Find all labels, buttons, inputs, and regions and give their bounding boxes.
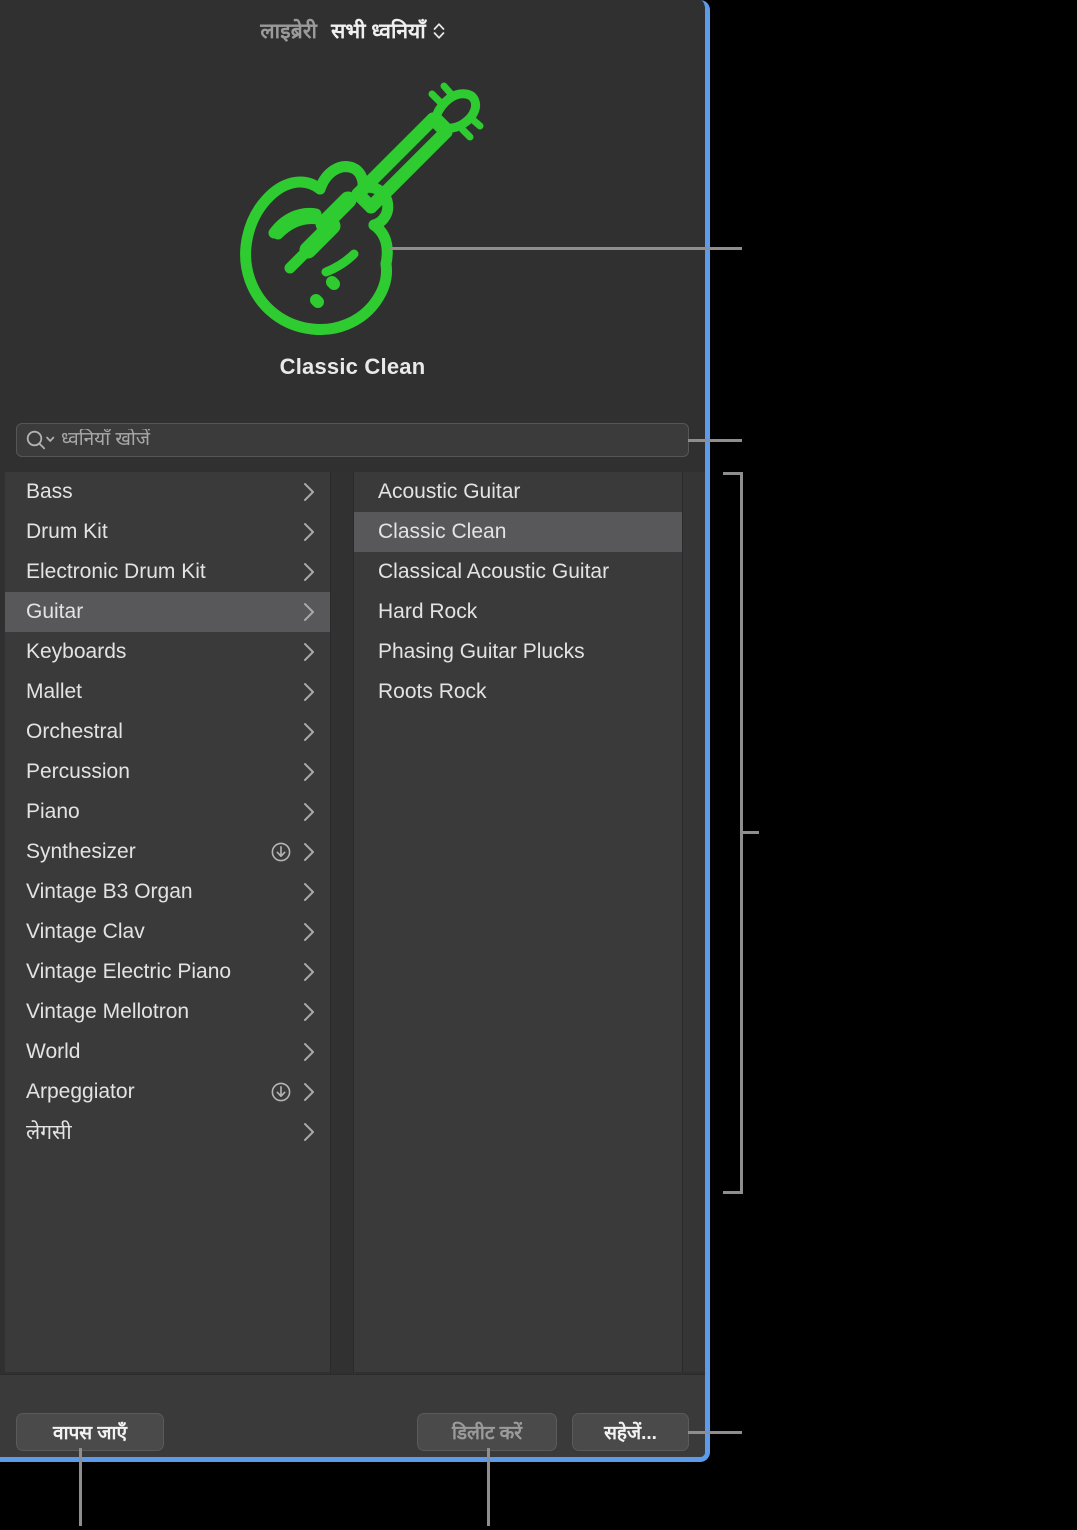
callout-line-save <box>688 1431 742 1434</box>
patch-row[interactable]: Hard Rock <box>354 592 682 632</box>
category-row[interactable]: Bass <box>5 472 330 512</box>
collection-selector[interactable]: सभी ध्वनियाँ <box>331 17 445 45</box>
category-row-label: Orchestral <box>26 720 123 743</box>
category-row-label: Vintage Electric Piano <box>26 960 232 983</box>
category-row[interactable]: Electronic Drum Kit <box>5 552 330 592</box>
category-row-label: Keyboards <box>26 640 127 663</box>
chevron-right-icon <box>302 1121 316 1143</box>
patch-row-label: Hard Rock <box>378 600 478 623</box>
category-row-label: Percussion <box>26 760 130 783</box>
chevron-right-icon <box>302 961 316 983</box>
category-row-label: Vintage B3 Organ <box>26 880 193 903</box>
screenshot-root: लाइब्रेरी सभी ध्वनियाँ Classic Clean ध्व… <box>0 0 1077 1530</box>
chevron-right-icon <box>302 601 316 623</box>
category-row-label: Drum Kit <box>26 520 108 543</box>
patch-row-label: Roots Rock <box>378 680 487 703</box>
category-row[interactable]: Arpeggiator <box>5 1072 330 1112</box>
category-row-label: Vintage Clav <box>26 920 145 943</box>
download-icon[interactable] <box>270 1081 292 1103</box>
category-row[interactable]: Piano <box>5 792 330 832</box>
chevron-right-icon <box>302 841 316 863</box>
column-divider <box>331 472 353 1372</box>
chevron-right-icon <box>302 1001 316 1023</box>
chevron-right-icon <box>302 1081 316 1103</box>
chevron-right-icon <box>302 561 316 583</box>
category-row[interactable]: Drum Kit <box>5 512 330 552</box>
category-row[interactable]: Vintage B3 Organ <box>5 872 330 912</box>
category-row[interactable]: Guitar <box>5 592 330 632</box>
chevron-right-icon <box>302 481 316 503</box>
save-button[interactable]: सहेजें... <box>572 1413 689 1451</box>
patch-row-label: Classical Acoustic Guitar <box>378 560 610 583</box>
chevron-right-icon <box>302 801 316 823</box>
sound-browser: Bass Drum Kit Electronic Drum Kit Guitar Key… <box>5 472 705 1372</box>
search-input[interactable] <box>61 429 680 451</box>
collection-label: सभी ध्वनियाँ <box>331 20 426 43</box>
category-row[interactable]: Vintage Clav <box>5 912 330 952</box>
callout-line-search <box>688 439 742 442</box>
electric-guitar-icon <box>0 62 705 352</box>
chevron-right-icon <box>302 1041 316 1063</box>
browser-empty-column <box>683 472 705 1372</box>
chevron-right-icon <box>302 681 316 703</box>
category-row-label: Guitar <box>26 600 84 623</box>
callout-tick-browser <box>741 831 759 834</box>
category-row[interactable]: Keyboards <box>5 632 330 672</box>
go-back-button[interactable]: वापस जाएँ <box>16 1413 164 1451</box>
patch-row[interactable]: Roots Rock <box>354 672 682 712</box>
download-icon[interactable] <box>270 841 292 863</box>
category-row-label: Arpeggiator <box>26 1080 135 1103</box>
category-row[interactable]: Vintage Mellotron <box>5 992 330 1032</box>
category-row-label: Electronic Drum Kit <box>26 560 206 583</box>
patch-row-label: Phasing Guitar Plucks <box>378 640 585 663</box>
search-field[interactable] <box>16 423 689 457</box>
chevron-right-icon <box>302 921 316 943</box>
category-row-label: Mallet <box>26 680 83 703</box>
category-row[interactable]: Vintage Electric Piano <box>5 952 330 992</box>
callout-line-delete <box>487 1448 490 1526</box>
delete-button[interactable]: डिलीट करें <box>417 1413 557 1451</box>
chevron-up-down-icon <box>433 21 445 41</box>
patch-row[interactable]: Classic Clean <box>354 512 682 552</box>
category-row[interactable]: Mallet <box>5 672 330 712</box>
category-row[interactable]: Synthesizer <box>5 832 330 872</box>
panel-body: लाइब्रेरी सभी ध्वनियाँ Classic Clean ध्व… <box>0 0 705 1457</box>
patch-name: Classic Clean <box>279 354 426 379</box>
category-row[interactable]: World <box>5 1032 330 1072</box>
panel-footer: वापस जाएँ डिलीट करें सहेजें... <box>0 1374 705 1457</box>
category-row[interactable]: Percussion <box>5 752 330 792</box>
chevron-right-icon <box>302 521 316 543</box>
callout-bracket-browser <box>723 472 743 1194</box>
callout-line-go-back <box>79 1448 82 1526</box>
sound-library-panel: लाइब्रेरी सभी ध्वनियाँ Classic Clean ध्व… <box>0 0 710 1462</box>
chevron-right-icon <box>302 641 316 663</box>
chevron-right-icon <box>302 881 316 903</box>
patch-row[interactable]: Phasing Guitar Plucks <box>354 632 682 672</box>
chevron-right-icon <box>302 761 316 783</box>
category-row-label: World <box>26 1040 81 1063</box>
panel-header: लाइब्रेरी सभी ध्वनियाँ <box>0 0 705 62</box>
category-row[interactable]: Orchestral <box>5 712 330 752</box>
category-row-label: Bass <box>26 480 73 503</box>
library-label: लाइब्रेरी <box>260 20 318 43</box>
patch-row-label: Acoustic Guitar <box>378 480 521 503</box>
patch-row[interactable]: Classical Acoustic Guitar <box>354 552 682 592</box>
search-icon[interactable] <box>25 429 55 451</box>
category-row-label: Synthesizer <box>26 840 136 863</box>
patch-column[interactable]: Acoustic Guitar Classic Clean Classical Ac… <box>353 472 683 1372</box>
callout-line-artwork <box>390 247 742 250</box>
category-row-label: Piano <box>26 800 80 823</box>
chevron-right-icon <box>302 721 316 743</box>
category-row-label: लेगसी <box>26 1121 72 1144</box>
patch-row[interactable]: Acoustic Guitar <box>354 472 682 512</box>
category-row[interactable]: लेगसी <box>5 1112 330 1152</box>
category-row-label: Vintage Mellotron <box>26 1000 190 1023</box>
category-column[interactable]: Bass Drum Kit Electronic Drum Kit Guitar Key… <box>5 472 331 1372</box>
patch-row-label: Classic Clean <box>378 520 507 543</box>
patch-hero: Classic Clean <box>0 62 705 410</box>
